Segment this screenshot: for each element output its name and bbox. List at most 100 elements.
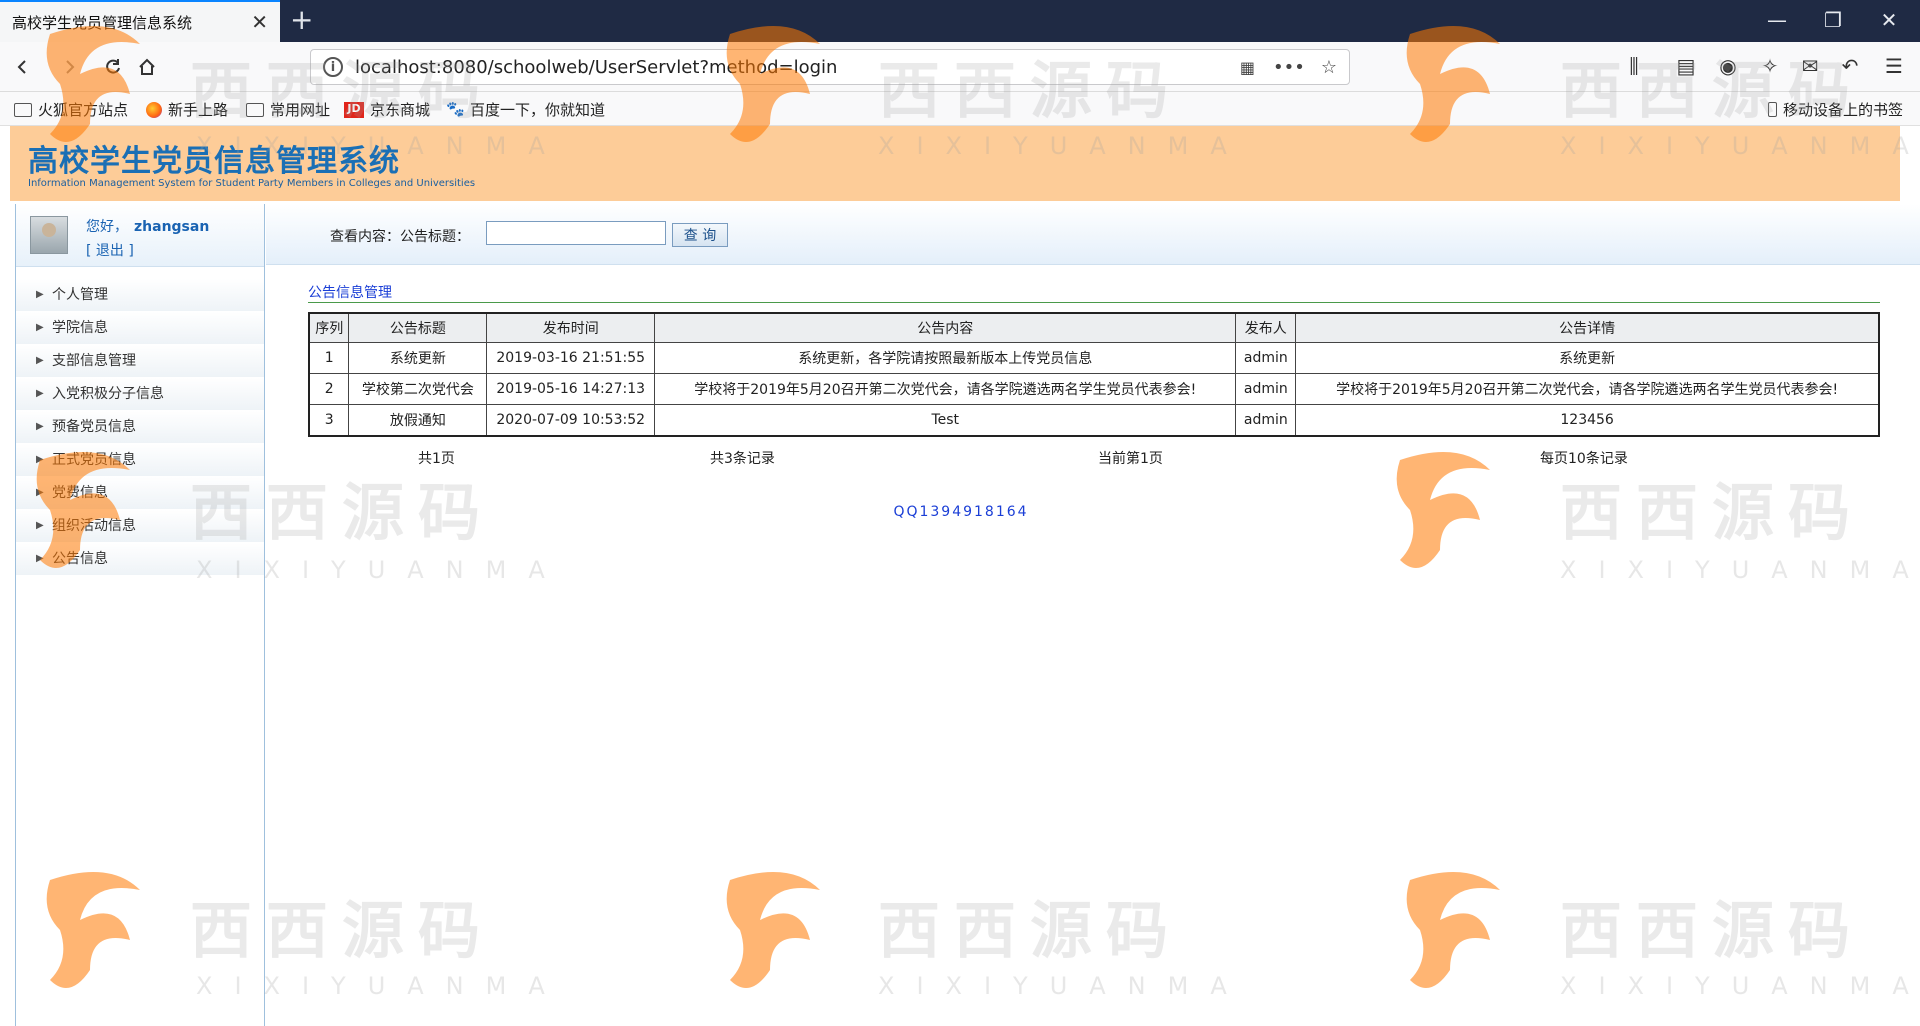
sidebar-item-branch[interactable]: ▶ 支部信息管理 bbox=[16, 345, 264, 378]
table-row: 1 系统更新 2019-03-16 21:51:55 系统更新，各学院请按照最新… bbox=[308, 342, 1880, 374]
tab-title: 高校学生党员管理信息系统 bbox=[12, 13, 193, 32]
column-header: 发布人 bbox=[1235, 312, 1297, 343]
chat-icon[interactable]: ✉ bbox=[1796, 54, 1824, 78]
table-cell: 学校将于2019年5月20召开第二次党代会，请各学院遴选两名学生党员代表参会! bbox=[654, 373, 1237, 405]
logout-link[interactable]: [ 退出 ] bbox=[86, 240, 134, 260]
search-input[interactable] bbox=[486, 221, 666, 245]
sidebar-item-notices[interactable]: ▶ 公告信息 bbox=[16, 543, 264, 576]
sidebar-item-activists[interactable]: ▶ 入党积极分子信息 bbox=[16, 378, 264, 411]
sidebar-item-label: 正式党员信息 bbox=[52, 452, 136, 468]
sidebar-item-label: 学院信息 bbox=[52, 320, 108, 336]
sidebar-item-college[interactable]: ▶ 学院信息 bbox=[16, 312, 264, 345]
sidebar-item-formal[interactable]: ▶ 正式党员信息 bbox=[16, 444, 264, 477]
firefox-icon bbox=[146, 101, 162, 118]
bookmark-label: 京东商城 bbox=[370, 101, 431, 119]
table-cell: 2020-07-09 10:53:52 bbox=[486, 404, 656, 437]
bookmark-item[interactable]: 🐾 百度一下，你就知道 bbox=[446, 99, 605, 120]
table-header-row: 序列 公告标题 发布时间 公告内容 发布人 公告详情 bbox=[308, 312, 1880, 343]
new-tab-icon[interactable]: + bbox=[290, 4, 313, 36]
caret-right-icon: ▶ bbox=[36, 487, 44, 498]
site-subtitle: Information Management System for Studen… bbox=[28, 178, 476, 189]
bookmark-label: 百度一下，你就知道 bbox=[470, 101, 606, 119]
table-cell: admin bbox=[1235, 404, 1297, 437]
caret-right-icon: ▶ bbox=[36, 322, 44, 333]
caret-right-icon: ▶ bbox=[36, 421, 44, 432]
table-cell: 2019-03-16 21:51:55 bbox=[486, 342, 656, 374]
url-text[interactable]: localhost:8080/schoolweb/UserServlet?met… bbox=[355, 57, 1240, 78]
mobile-bookmarks-label: 移动设备上的书签 bbox=[1783, 101, 1904, 119]
bookmark-item[interactable]: 常用网址 bbox=[246, 99, 330, 120]
folder-icon bbox=[14, 102, 32, 117]
bookmark-label: 新手上路 bbox=[168, 101, 229, 119]
sidebar-item-label: 预备党员信息 bbox=[52, 419, 136, 435]
table-cell: 系统更新 bbox=[1295, 342, 1880, 374]
web-page: 高校学生党员信息管理系统 Information Management Syst… bbox=[0, 126, 1920, 1026]
extension-icon[interactable]: ✧ bbox=[1756, 54, 1784, 78]
reload-icon[interactable] bbox=[96, 50, 130, 84]
baidu-paw-icon: 🐾 bbox=[446, 99, 465, 118]
sidebar-item-label: 入党积极分子信息 bbox=[52, 386, 164, 402]
sidebar-item-probationary[interactable]: ▶ 预备党员信息 bbox=[16, 411, 264, 444]
column-header: 公告内容 bbox=[654, 312, 1237, 343]
search-button[interactable]: 查 询 bbox=[672, 223, 728, 247]
url-bar[interactable]: i localhost:8080/schoolweb/UserServlet?m… bbox=[310, 49, 1350, 85]
caret-right-icon: ▶ bbox=[36, 355, 44, 366]
sidebar-item-activities[interactable]: ▶ 组织活动信息 bbox=[16, 510, 264, 543]
column-header: 序列 bbox=[308, 312, 350, 343]
sidebar-item-label: 组织活动信息 bbox=[52, 518, 136, 534]
bookmark-star-icon[interactable]: ☆ bbox=[1321, 57, 1337, 78]
page-actions-icon[interactable]: ••• bbox=[1273, 57, 1305, 78]
bookmark-item[interactable]: 新手上路 bbox=[146, 99, 228, 120]
sidebar-item-dues[interactable]: ▶ 党费信息 bbox=[16, 477, 264, 510]
table-cell: 学校将于2019年5月20召开第二次党代会，请各学院遴选两名学生党员代表参会! bbox=[1295, 373, 1880, 405]
search-bar: 查看内容：公告标题： 查 询 bbox=[266, 204, 1920, 265]
sidebar-item-label: 公告信息 bbox=[52, 551, 108, 567]
back-icon[interactable] bbox=[6, 50, 40, 84]
greeting-text: 您好， bbox=[86, 219, 128, 235]
folder-icon bbox=[246, 102, 264, 117]
close-tab-icon[interactable]: ✕ bbox=[251, 10, 268, 34]
site-header: 高校学生党员信息管理系统 Information Management Syst… bbox=[10, 126, 1900, 201]
bookmark-item[interactable]: JD 京东商城 bbox=[344, 99, 430, 120]
restore-icon[interactable]: ❐ bbox=[1808, 8, 1858, 32]
table-cell: 系统更新，各学院请按照最新版本上传党员信息 bbox=[654, 342, 1237, 374]
home-icon[interactable] bbox=[130, 50, 164, 84]
sidebar: 您好， zhangsan [ 退出 ] ▶ 个人管理 ▶ 学院信息 ▶ 支部信息管理 ▶… bbox=[15, 204, 265, 1026]
search-label: 查看内容：公告标题： bbox=[330, 229, 470, 245]
library-icon[interactable]: ⫼ bbox=[1620, 54, 1648, 78]
caret-right-icon: ▶ bbox=[36, 388, 44, 399]
bookmarks-bar: 火狐官方站点 新手上路 常用网址 JD 京东商城 🐾 百度一下，你就知道 移动设… bbox=[0, 92, 1920, 126]
browser-tab[interactable]: 高校学生党员管理信息系统 ✕ bbox=[0, 0, 280, 42]
site-info-icon[interactable]: i bbox=[323, 57, 343, 77]
user-panel: 您好， zhangsan [ 退出 ] bbox=[16, 204, 264, 267]
window-close-icon[interactable]: ✕ bbox=[1864, 8, 1914, 32]
per-page: 每页10条记录 bbox=[1540, 451, 1628, 467]
caret-right-icon: ▶ bbox=[36, 553, 44, 564]
browser-tab-bar: 高校学生党员管理信息系统 ✕ + — ❐ ✕ bbox=[0, 0, 1920, 42]
caret-right-icon: ▶ bbox=[36, 454, 44, 465]
sidebar-item-label: 个人管理 bbox=[52, 287, 108, 303]
sidebar-item-personal[interactable]: ▶ 个人管理 bbox=[16, 279, 264, 312]
table-cell: 123456 bbox=[1295, 404, 1880, 437]
column-header: 发布时间 bbox=[486, 312, 656, 343]
qr-code-icon[interactable]: ▦ bbox=[1240, 58, 1255, 77]
mobile-bookmarks[interactable]: 移动设备上的书签 bbox=[1768, 99, 1903, 120]
sidebar-item-label: 党费信息 bbox=[52, 485, 108, 501]
bookmark-label: 火狐官方站点 bbox=[38, 101, 129, 119]
table-cell: 学校第二次党代会 bbox=[348, 373, 488, 405]
table-cell: admin bbox=[1235, 373, 1297, 405]
undo-icon[interactable]: ↶ bbox=[1836, 54, 1864, 78]
avatar bbox=[30, 216, 68, 254]
account-icon[interactable]: ◉ bbox=[1714, 54, 1742, 78]
table-cell: admin bbox=[1235, 342, 1297, 374]
forward-icon[interactable] bbox=[52, 50, 86, 84]
table-row: 3 放假通知 2020-07-09 10:53:52 Test admin 12… bbox=[308, 404, 1880, 437]
table-cell: 放假通知 bbox=[348, 404, 488, 437]
menu-icon[interactable]: ☰ bbox=[1880, 54, 1908, 78]
table-row: 2 学校第二次党代会 2019-05-16 14:27:13 学校将于2019年… bbox=[308, 373, 1880, 405]
mobile-device-icon bbox=[1768, 102, 1777, 117]
column-header: 公告标题 bbox=[348, 312, 488, 343]
sidebar-icon[interactable]: ▤ bbox=[1672, 54, 1700, 78]
bookmark-item[interactable]: 火狐官方站点 bbox=[14, 99, 128, 120]
minimize-icon[interactable]: — bbox=[1752, 8, 1802, 32]
